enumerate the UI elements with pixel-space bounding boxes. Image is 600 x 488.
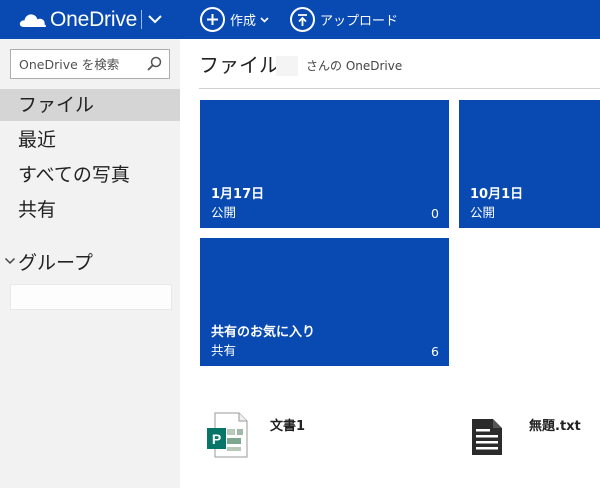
chevron-down-icon[interactable]	[147, 11, 163, 27]
folder-tile[interactable]: 10月1日 公開	[459, 100, 600, 228]
folder-sharing: 公開	[211, 205, 237, 220]
divider	[199, 88, 600, 89]
file-item[interactable]: P 文書1	[200, 404, 440, 464]
upload-icon	[290, 7, 315, 32]
brand-name: OneDrive	[50, 8, 138, 31]
search-input[interactable]	[11, 50, 141, 78]
owner-label[interactable]: さんの OneDrive	[306, 57, 402, 74]
groups-label: グループ	[18, 251, 93, 274]
cloud-icon	[19, 14, 47, 27]
caret-down-icon	[260, 17, 269, 23]
main-content: ファイル さんの OneDrive 1月17日 公開 0 10月1日 公開 共有…	[180, 39, 600, 488]
create-button[interactable]: 作成	[200, 6, 269, 33]
create-label: 作成	[230, 14, 257, 29]
search-box	[10, 49, 170, 79]
sidebar-item-label: すべての写真	[18, 164, 130, 186]
sidebar-item-label: 共有	[18, 199, 57, 221]
search-icon[interactable]	[146, 56, 162, 72]
file-name: 文書1	[270, 419, 306, 434]
file-item[interactable]: 無題.txt	[459, 404, 600, 464]
sidebar-item-shared[interactable]: 共有	[0, 194, 180, 226]
page-title: ファイル	[199, 53, 279, 77]
group-entry[interactable]	[10, 284, 172, 310]
sidebar-item-label: ファイル	[18, 94, 95, 116]
sidebar-item-recent[interactable]: 最近	[0, 124, 180, 156]
top-bar: OneDrive 作成 アップロード	[0, 0, 600, 39]
avatar	[276, 56, 298, 76]
header-divider	[141, 10, 142, 29]
file-name: 無題.txt	[529, 419, 581, 434]
chevron-down-icon	[4, 257, 16, 265]
sidebar-item-label: 最近	[18, 129, 57, 151]
folder-tile[interactable]: 共有のお気に入り 共有 6	[200, 238, 449, 366]
folder-name: 共有のお気に入り	[211, 325, 316, 340]
svg-text:P: P	[212, 431, 221, 447]
publisher-icon: P	[207, 412, 248, 458]
sidebar-item-files[interactable]: ファイル	[0, 89, 180, 121]
sidebar: ファイル 最近 すべての写真 共有 グループ	[0, 39, 180, 488]
sidebar-item-photos[interactable]: すべての写真	[0, 159, 180, 191]
folder-count: 6	[431, 344, 439, 359]
upload-label: アップロード	[320, 14, 399, 29]
folder-name: 1月17日	[211, 187, 265, 202]
folder-count: 0	[431, 206, 439, 221]
folder-sharing: 公開	[470, 205, 496, 220]
folder-sharing: 共有	[211, 343, 237, 358]
folder-name: 10月1日	[470, 187, 524, 202]
onedrive-logo[interactable]: OneDrive	[18, 8, 137, 32]
upload-button[interactable]: アップロード	[290, 6, 398, 33]
text-file-icon	[472, 419, 502, 455]
plus-icon	[200, 7, 225, 32]
groups-toggle[interactable]: グループ	[4, 246, 93, 276]
folder-tile[interactable]: 1月17日 公開 0	[200, 100, 449, 228]
